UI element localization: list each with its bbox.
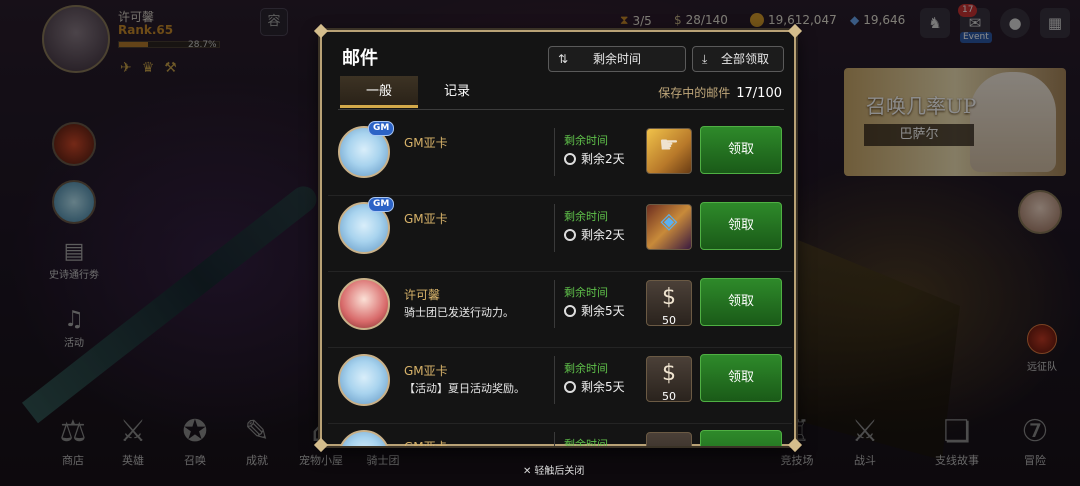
- mail-item: 许可馨 骑士团已发送行动力。 剩余时间 剩余5天 $ 50 领取: [328, 272, 792, 348]
- sort-button-label: 剩余时间: [593, 52, 642, 66]
- mail-message: 【活动】夏日活动奖励。: [404, 382, 525, 395]
- gm-avatar: [338, 430, 390, 446]
- gm-avatar: [338, 354, 390, 406]
- reward-card-icon[interactable]: ◈: [646, 204, 692, 250]
- remaining-time-value: 剩余2天: [581, 152, 625, 166]
- mail-sender: 许可馨: [404, 288, 441, 302]
- remaining-time-label: 剩余时间: [564, 438, 608, 446]
- reward-stamina-icon[interactable]: [646, 432, 692, 446]
- user-avatar: [338, 278, 390, 330]
- blue-gem-card-icon: ◈: [660, 209, 678, 234]
- mail-item: GM GM亚卡 剩余时间 剩余2天 ◈ 领取: [328, 196, 792, 272]
- clock-icon: [564, 305, 576, 317]
- reward-stamina-icon[interactable]: $ 50: [646, 280, 692, 327]
- remaining-time-value: 剩余5天: [581, 380, 625, 394]
- reward-quantity: 50: [662, 390, 676, 403]
- storage-label: 保存中的邮件: [658, 86, 731, 100]
- download-icon: ⤓: [702, 52, 708, 66]
- mail-item: GM亚卡 剩余时间: [328, 424, 792, 446]
- tab-log[interactable]: 记录: [418, 76, 496, 108]
- mail-storage-count: 保存中的邮件 17/100: [658, 84, 782, 101]
- mail-item: GM亚卡 【活动】夏日活动奖励。 剩余时间 剩余5天 $ 50 领取: [328, 348, 792, 424]
- gm-badge: GM: [368, 197, 395, 212]
- claim-all-label: 全部领取: [721, 52, 770, 66]
- remaining-time-value: 剩余5天: [581, 304, 625, 318]
- claim-button[interactable]: 领取: [700, 354, 782, 402]
- close-hint[interactable]: ✕ 轻触后关闭: [523, 462, 587, 477]
- mail-sender: GM亚卡: [404, 364, 448, 378]
- mail-sender: GM亚卡: [404, 136, 448, 150]
- clock-icon: [564, 381, 576, 393]
- claim-button[interactable]: 领取: [700, 278, 782, 326]
- stamina-s-icon: $: [662, 285, 676, 310]
- gm-badge: GM: [368, 121, 395, 136]
- remaining-time: 剩余5天: [564, 378, 625, 395]
- mail-message: 骑士团已发送行动力。: [404, 306, 514, 319]
- mail-item: GM GM亚卡 剩余时间 剩余2天 ☛ 领取: [328, 120, 792, 196]
- stamina-s-icon: $: [662, 361, 676, 386]
- reward-stamina-icon[interactable]: $ 50: [646, 356, 692, 403]
- sort-icon: ⇅: [558, 52, 569, 66]
- claim-button[interactable]: 领取: [700, 126, 782, 174]
- mail-list[interactable]: GM GM亚卡 剩余时间 剩余2天 ☛ 领取 GM GM亚卡 剩余时间 剩余2天…: [328, 120, 792, 446]
- mail-sender: GM亚卡: [404, 212, 448, 226]
- divider: [554, 432, 555, 446]
- reward-card-icon[interactable]: ☛: [646, 128, 692, 174]
- storage-count: 17/100: [736, 86, 782, 101]
- mail-dialog: 邮件 ⇅ 剩余时间 ⤓ 全部领取 一般 记录 保存中的邮件 17/100 GM G…: [313, 23, 803, 453]
- reward-quantity: 50: [662, 314, 676, 327]
- close-hint-text: 轻触后关闭: [534, 466, 585, 477]
- remaining-time: 剩余2天: [564, 150, 625, 167]
- tab-general[interactable]: 一般: [340, 76, 418, 108]
- claim-all-button[interactable]: ⤓ 全部领取: [692, 46, 784, 72]
- close-icon: ✕: [523, 466, 532, 477]
- clock-icon: [564, 229, 576, 241]
- clock-icon: [564, 153, 576, 165]
- remaining-time-label: 剩余时间: [564, 210, 608, 223]
- mail-title: 邮件: [342, 48, 378, 69]
- remaining-time-label: 剩余时间: [564, 134, 608, 147]
- divider: [554, 204, 555, 252]
- sort-by-time-button[interactable]: ⇅ 剩余时间: [548, 46, 686, 72]
- hand-pointer-icon: ☛: [659, 133, 679, 158]
- remaining-time: 剩余5天: [564, 302, 625, 319]
- mail-sender: GM亚卡: [404, 438, 448, 446]
- remaining-time-label: 剩余时间: [564, 362, 608, 375]
- mail-tabs: 一般 记录 保存中的邮件 17/100: [338, 74, 784, 110]
- divider: [554, 280, 555, 328]
- remaining-time-label: 剩余时间: [564, 286, 608, 299]
- claim-button[interactable]: [700, 430, 782, 446]
- remaining-time-value: 剩余2天: [581, 228, 625, 242]
- divider: [554, 356, 555, 404]
- claim-button[interactable]: 领取: [700, 202, 782, 250]
- divider: [554, 128, 555, 176]
- remaining-time: 剩余2天: [564, 226, 625, 243]
